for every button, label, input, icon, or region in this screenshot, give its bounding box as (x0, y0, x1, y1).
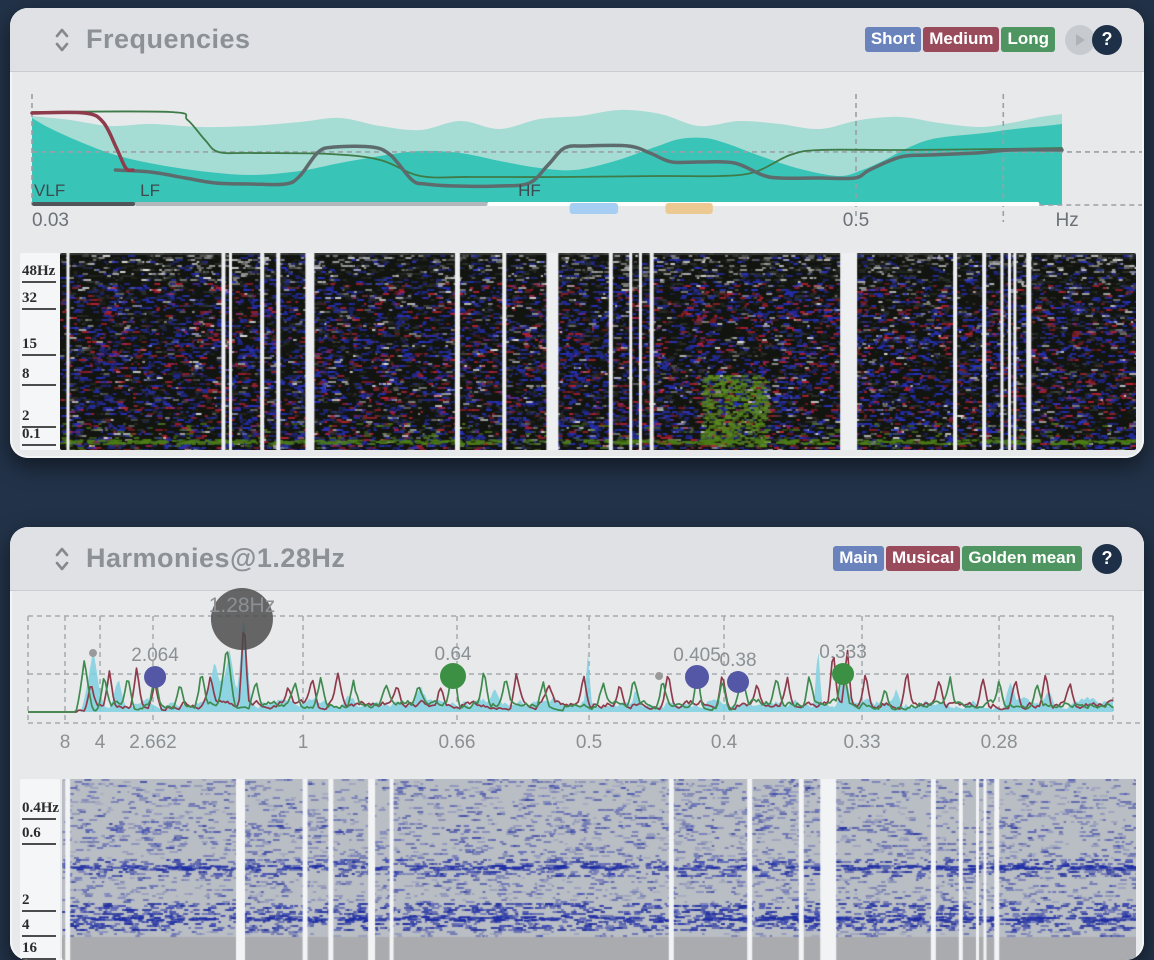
play-icon[interactable] (1065, 25, 1095, 55)
harmonic-marker-0.64[interactable] (440, 663, 466, 689)
frequencies-panel: Frequencies ShortMediumLong ? VLF LF HF 0.0… (10, 8, 1144, 458)
band-label-hf: HF (518, 181, 541, 200)
harmonic-marker-0.38[interactable] (727, 671, 749, 693)
spectrogram-axis-label: 8 (22, 366, 56, 386)
spectrogram-axis-label: 2 (22, 408, 56, 428)
frequencies-legend: ShortMediumLong (865, 27, 1055, 52)
harmonic-marker-label: 0.64 (435, 644, 472, 665)
orange-band-chip[interactable] (665, 203, 712, 214)
vlf-range (32, 202, 135, 206)
harmonic-marker-0.333[interactable] (832, 663, 854, 685)
blue-band-chip[interactable] (570, 203, 618, 214)
spectrogram-axis-label: 15 (22, 336, 56, 356)
x-tick-label: 0.03 (32, 210, 69, 231)
frequencies-spectrogram (60, 253, 1136, 450)
musical-spectrum (28, 633, 1113, 712)
spectrogram-axis-label: 48Hz (22, 263, 56, 283)
frequencies-title: Frequencies (86, 24, 251, 55)
spectrogram-axis-label: 0.6 (22, 825, 56, 845)
band-label-lf: LF (140, 181, 160, 200)
spectrogram-axis-label: 0.1 (22, 426, 56, 446)
spectrogram-axis-label: 0.4Hz (22, 800, 56, 820)
x-tick-label: 0.4 (711, 732, 738, 753)
x-tick-label: 0.66 (439, 732, 476, 753)
spectrogram-axis-label: 32 (22, 290, 56, 310)
help-icon[interactable]: ? (1092, 25, 1122, 55)
harmonic-marker-label: 1.28Hz (209, 594, 276, 617)
x-tick-label: 1 (298, 732, 309, 753)
x-tick-label: 0.5 (843, 210, 869, 231)
app-background: Frequencies ShortMediumLong ? VLF LF HF 0.0… (0, 0, 1154, 960)
collapse-toggle-icon[interactable] (54, 27, 70, 53)
spectrogram-axis-label: 2 (22, 892, 56, 912)
harmonic-marker-label: 0.38 (720, 650, 757, 671)
harmonies-chart: 1.28Hz 2.064 0.64 0.4050.38 0.333 8 4 2.662 1 0.6… (10, 567, 1144, 779)
spectrogram-axis-label: 4 (22, 917, 56, 937)
harmonies-panel: Harmonies@1.28Hz MainMusicalGolden mean … (10, 527, 1144, 960)
harmonic-marker-0.405[interactable] (685, 665, 709, 689)
harmonic-marker-label: 0.405 (673, 645, 721, 666)
legend-chip-long[interactable]: Long (1001, 27, 1055, 52)
frequencies-header: Frequencies ShortMediumLong ? (10, 8, 1144, 72)
x-tick-label: 0.5 (576, 732, 602, 753)
x-tick-label: Hz (1056, 210, 1079, 231)
minor-peak-dot (655, 672, 663, 680)
lf-range (135, 202, 487, 206)
x-tick-label: 8 (60, 732, 71, 753)
harmonies-spectrogram (62, 779, 1136, 960)
frequencies-spectrogram-axis: 48Hz 32 15 8 20.1 (20, 253, 60, 450)
x-tick-label: 0.33 (844, 732, 881, 753)
main-spectrum (28, 621, 1113, 712)
spectrogram-axis-label: 16 (22, 940, 56, 960)
band-label-vlf: VLF (34, 181, 65, 200)
minor-peak-dot (89, 649, 97, 657)
x-tick-label: 4 (95, 732, 106, 753)
harmonic-marker-label: 2.064 (131, 645, 179, 666)
legend-chip-medium[interactable]: Medium (923, 27, 999, 52)
x-tick-label: 0.28 (981, 732, 1018, 753)
x-tick-label: 2.662 (129, 732, 177, 753)
frequencies-chart: VLF LF HF 0.03 0.5 Hz (10, 72, 1144, 248)
harmonic-marker-2.064[interactable] (144, 666, 166, 688)
harmonic-marker-label: 0.333 (819, 642, 867, 663)
legend-chip-short[interactable]: Short (865, 27, 921, 52)
harmonies-spectrogram-axis: 0.4Hz 0.6 2 4 16 (20, 779, 60, 960)
